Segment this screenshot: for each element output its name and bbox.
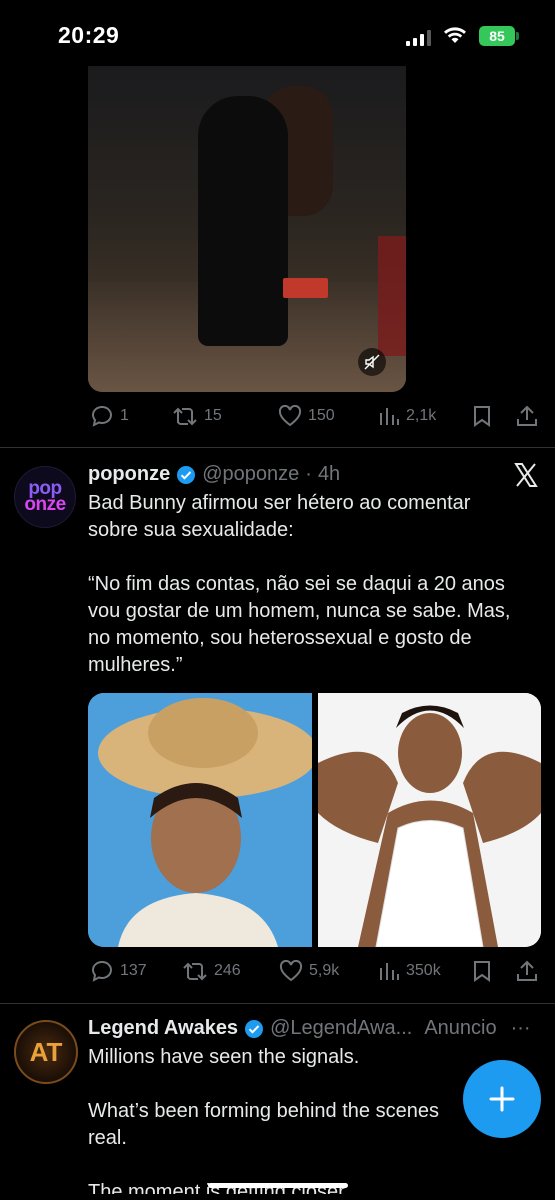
heart-icon [278,405,302,427]
share-button[interactable] [516,960,538,982]
share-button[interactable] [516,405,538,427]
author-handle[interactable]: @poponze [202,463,299,486]
status-time: 20:29 [58,22,120,48]
repost-icon [173,407,197,426]
like-button[interactable]: 5,9k [279,960,339,982]
share-icon [517,405,537,426]
reply-icon [91,405,112,427]
author-name[interactable]: poponze [88,463,170,486]
avatar[interactable]: pop onze [14,466,76,528]
tweet-divider [0,447,555,448]
repost-button[interactable]: 15 [172,405,222,427]
like-count: 5,9k [309,962,340,979]
home-indicator [208,1183,348,1188]
mute-icon[interactable] [358,348,386,376]
reply-button[interactable]: 137 [90,960,147,982]
like-button[interactable]: 150 [278,405,335,427]
tweet-time[interactable]: 4h [318,463,340,486]
tweet-header: poponze @poponze · 4h [88,463,340,486]
repost-count: 246 [214,962,241,979]
verified-badge-icon [177,465,196,484]
repost-icon [183,962,207,981]
bookmark-button[interactable] [472,405,492,427]
plus-icon [489,1086,515,1112]
views-button[interactable]: 350k [378,960,441,982]
tweet-header: Legend Awakes @LegendAwa... Anuncio ··· [88,1017,543,1040]
bookmark-button[interactable] [472,960,492,982]
battery-indicator: 85 [479,26,515,46]
repost-button[interactable]: 246 [182,960,241,982]
analytics-icon [380,408,399,425]
wifi-icon [442,25,468,50]
repost-count: 15 [204,407,222,424]
tweet-video[interactable] [88,66,406,392]
bookmark-icon [474,406,490,427]
tweet-image-right[interactable] [318,693,541,947]
x-logo-icon [513,462,539,493]
reply-icon [91,960,112,982]
avatar[interactable]: AT [14,1020,78,1084]
tweet-divider [0,1003,555,1004]
reply-button[interactable]: 1 [90,405,129,427]
like-count: 150 [308,407,335,424]
reply-count: 137 [120,962,147,979]
separator-dot: · [305,463,312,485]
bookmark-icon [474,961,490,982]
view-count: 2,1k [406,407,437,424]
ad-label: Anuncio [424,1017,497,1039]
tweet-image-left[interactable] [88,693,312,947]
verified-badge-icon [245,1019,264,1038]
views-button[interactable]: 2,1k [378,405,436,427]
tweet-text: Bad Bunny afirmou ser hétero ao comentar… [88,492,511,676]
author-name[interactable]: Legend Awakes [88,1017,238,1040]
reply-count: 1 [120,407,129,424]
compose-button[interactable] [463,1060,541,1138]
more-options-button[interactable]: ··· [511,1017,531,1040]
avatar-text-bottom: onze [24,494,66,515]
author-handle[interactable]: @LegendAwa... [270,1017,412,1040]
heart-icon [279,960,303,982]
share-icon [517,960,537,981]
analytics-icon [380,963,399,980]
view-count: 350k [406,962,441,979]
battery-tip [516,32,519,40]
cellular-signal-icon [406,30,432,46]
